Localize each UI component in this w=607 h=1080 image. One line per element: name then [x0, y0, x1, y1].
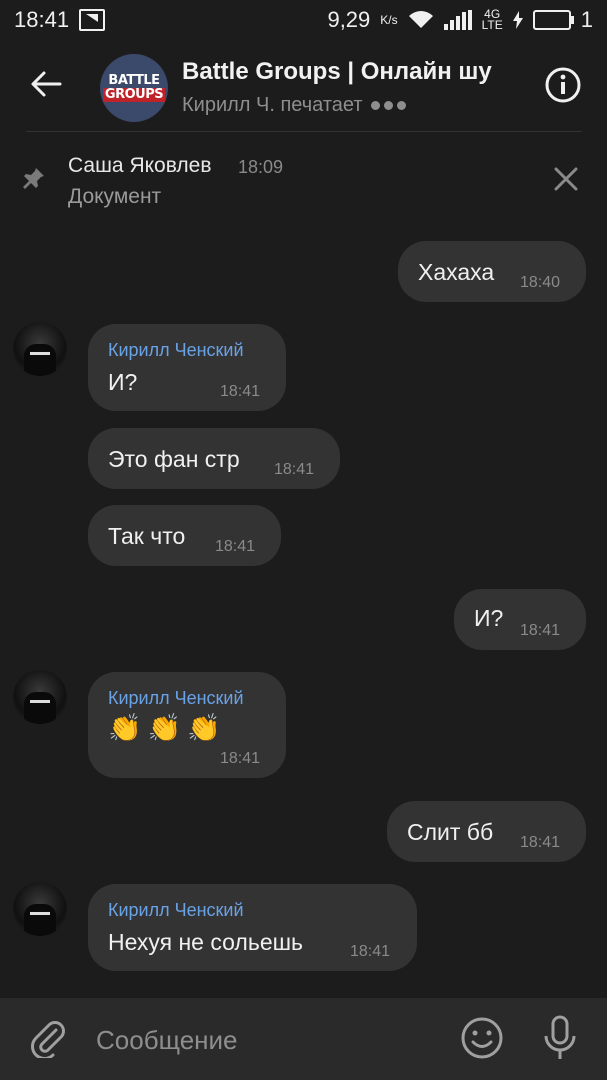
close-icon[interactable]: [552, 165, 580, 193]
group-avatar[interactable]: BATTLE GROUPS: [100, 54, 168, 122]
message-text: Хахаха: [418, 259, 495, 285]
emoji-icon[interactable]: [460, 1016, 504, 1060]
message-bubble-outgoing[interactable]: Хахаха 18:40: [398, 241, 586, 302]
battery-icon: [532, 10, 574, 30]
message-text: Это фан стр: [108, 446, 240, 472]
typing-dots: [370, 101, 406, 110]
wifi-icon: [408, 11, 433, 28]
message-input[interactable]: [96, 1022, 436, 1058]
message-bubble-incoming[interactable]: Так что 18:41: [88, 505, 281, 566]
message-text: И?: [474, 605, 504, 631]
attach-icon[interactable]: [28, 1018, 68, 1058]
message-text: Нехуя не сольешь: [108, 929, 304, 955]
net-unit: K/s: [380, 12, 398, 27]
message-author[interactable]: Кирилл Ченский: [108, 688, 244, 709]
message-bubble-incoming[interactable]: Кирилл Ченский И? 18:41: [88, 324, 286, 411]
status-bar: 18:41 9,29 K/s 4G LTE 1: [0, 0, 607, 40]
info-icon[interactable]: [544, 66, 582, 104]
pinned-author: Саша Яковлев: [68, 154, 212, 177]
network-type: 4G LTE: [481, 7, 503, 32]
charging-icon: [512, 11, 523, 29]
avatar[interactable]: [13, 670, 67, 724]
pinned-text: Документ: [68, 185, 162, 208]
message-bubble-incoming[interactable]: Кирилл Ченский 👏👏👏 18:41: [88, 672, 286, 778]
battery-level: 1: [580, 7, 593, 32]
net-speed: 9,29: [327, 7, 371, 32]
notification-icon: [79, 9, 106, 31]
message-bubble-incoming[interactable]: Это фан стр 18:41: [88, 428, 340, 489]
back-arrow-icon[interactable]: [26, 64, 66, 104]
message-time: 18:41: [220, 750, 261, 767]
avatar[interactable]: [13, 322, 67, 376]
avatar[interactable]: [13, 882, 67, 936]
typing-status: Кирилл Ч. печатает: [182, 94, 406, 117]
message-time: 18:40: [520, 274, 561, 291]
message-time: 18:41: [520, 834, 561, 851]
message-text: И?: [108, 369, 138, 395]
chat-title[interactable]: Battle Groups | Онлайн шу: [182, 58, 522, 86]
pinned-time: 18:09: [238, 157, 284, 177]
message-bubble-outgoing[interactable]: И? 18:41: [454, 589, 586, 650]
mic-icon[interactable]: [540, 1014, 580, 1062]
message-text: Слит бб: [407, 819, 494, 845]
message-time: 18:41: [520, 622, 561, 639]
pin-icon: [23, 168, 44, 189]
chat-header: BATTLE GROUPS Battle Groups | Онлайн шу …: [0, 40, 607, 132]
message-composer: [0, 998, 607, 1080]
message-time: 18:41: [274, 461, 315, 478]
message-time: 18:41: [215, 538, 256, 555]
message-author[interactable]: Кирилл Ченский: [108, 900, 244, 921]
status-time: 18:41: [14, 7, 70, 32]
message-author[interactable]: Кирилл Ченский: [108, 340, 244, 361]
group-logo: BATTLE GROUPS: [102, 73, 166, 102]
message-time: 18:41: [220, 383, 261, 400]
message-text: Так что: [108, 523, 186, 549]
message-bubble-incoming[interactable]: Кирилл Ченский Нехуя не сольешь 18:41: [88, 884, 417, 971]
signal-icon: [443, 10, 472, 30]
message-time: 18:41: [350, 943, 391, 960]
message-bubble-outgoing[interactable]: Слит бб 18:41: [387, 801, 586, 862]
message-text: 👏👏👏: [108, 713, 227, 743]
pinned-message[interactable]: Саша Яковлев 18:09 Документ: [0, 132, 607, 220]
